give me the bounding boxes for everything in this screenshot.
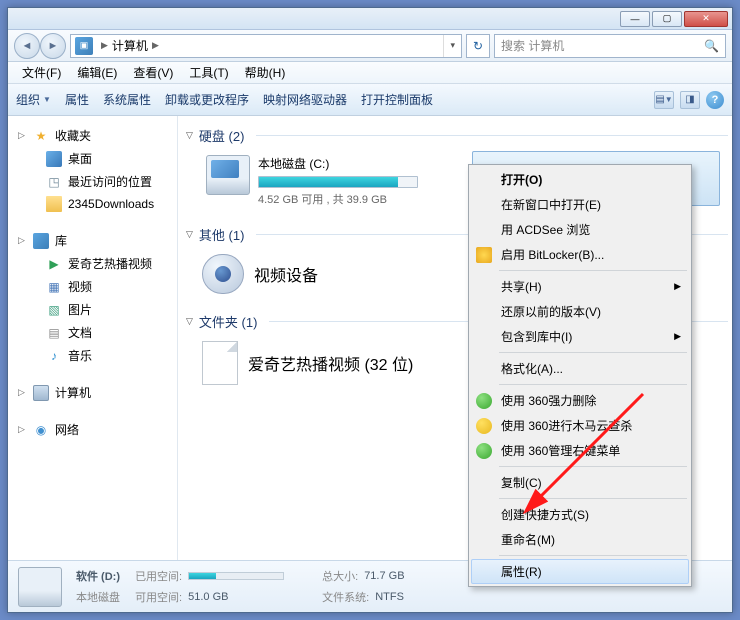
- drive-c-freespace: 4.52 GB 可用 , 共 39.9 GB: [258, 191, 448, 207]
- file-icon: [202, 341, 238, 385]
- refresh-button[interactable]: ↻: [466, 34, 490, 58]
- drive-c-label: 本地磁盘 (C:): [258, 155, 448, 172]
- menu-tools[interactable]: 工具(T): [183, 62, 234, 83]
- sb-fs-value: NTFS: [375, 591, 404, 603]
- sb-free-label: 可用空间:: [135, 589, 182, 605]
- ctx-copy[interactable]: 复制(C): [471, 470, 689, 495]
- shield-icon: [476, 247, 492, 263]
- tb-organize[interactable]: 组织▼: [16, 91, 51, 108]
- preview-pane-button[interactable]: ◨: [680, 91, 700, 109]
- view-mode-button[interactable]: ▤ ▼: [654, 91, 674, 109]
- sidebar-music[interactable]: ♪音乐: [8, 344, 177, 367]
- nav-arrows: ◄ ►: [14, 33, 66, 59]
- minimize-button[interactable]: —: [620, 11, 650, 27]
- search-icon: 🔍: [704, 39, 719, 53]
- 360-icon: [476, 393, 492, 409]
- menu-help[interactable]: 帮助(H): [239, 62, 292, 83]
- ctx-bitlocker[interactable]: 启用 BitLocker(B)...: [471, 242, 689, 267]
- menu-edit[interactable]: 编辑(E): [71, 62, 123, 83]
- sidebar-favorites[interactable]: ▷★收藏夹: [8, 124, 177, 147]
- collapse-icon: ▽: [186, 130, 193, 141]
- device-label: 视频设备: [254, 262, 318, 286]
- tb-control-panel[interactable]: 打开控制面板: [361, 91, 433, 108]
- 360-icon: [476, 443, 492, 459]
- submenu-arrow-icon: ▶: [674, 281, 681, 292]
- collapse-icon: ▽: [186, 229, 193, 240]
- tb-uninstall[interactable]: 卸载或更改程序: [165, 91, 249, 108]
- sb-fs-label: 文件系统:: [322, 589, 369, 605]
- search-placeholder: 搜索 计算机: [501, 37, 564, 54]
- breadcrumb-dropdown[interactable]: ▾: [443, 35, 461, 57]
- ctx-360-menu[interactable]: 使用 360管理右键菜单: [471, 438, 689, 463]
- menu-file[interactable]: 文件(F): [16, 62, 67, 83]
- group-drives[interactable]: ▽ 硬盘 (2): [182, 122, 728, 151]
- collapse-icon: ▽: [186, 316, 193, 327]
- drive-c[interactable]: 本地磁盘 (C:) 4.52 GB 可用 , 共 39.9 GB: [202, 151, 452, 211]
- submenu-arrow-icon: ▶: [674, 331, 681, 342]
- ctx-create-shortcut[interactable]: 创建快捷方式(S): [471, 502, 689, 527]
- menu-view[interactable]: 查看(V): [127, 62, 179, 83]
- close-button[interactable]: ✕: [684, 11, 728, 27]
- sb-drive-name: 软件 (D:): [76, 568, 120, 584]
- ctx-format[interactable]: 格式化(A)...: [471, 356, 689, 381]
- tb-system-properties[interactable]: 系统属性: [103, 91, 151, 108]
- ctx-rename[interactable]: 重命名(M): [471, 527, 689, 552]
- sidebar-iqiyi[interactable]: ▶爱奇艺热播视频: [8, 252, 177, 275]
- sb-used-label: 已用空间:: [135, 568, 182, 584]
- sb-total-label: 总大小:: [322, 568, 358, 584]
- titlebar: — ▢ ✕: [8, 8, 732, 30]
- bc-sep-icon: ▶: [101, 40, 108, 51]
- drive-icon: [206, 155, 250, 195]
- context-menu: 打开(O) 在新窗口中打开(E) 用 ACDSee 浏览 启用 BitLocke…: [468, 164, 692, 587]
- sidebar-downloads[interactable]: 2345Downloads: [8, 193, 177, 215]
- breadcrumb-segment[interactable]: 计算机: [112, 37, 148, 54]
- sidebar-libraries[interactable]: ▷库: [8, 229, 177, 252]
- drive-icon: [18, 567, 62, 607]
- 360-icon: [476, 418, 492, 434]
- toolbar: 组织▼ 属性 系统属性 卸载或更改程序 映射网络驱动器 打开控制面板 ▤ ▼ ◨…: [8, 84, 732, 116]
- explorer-window: — ▢ ✕ ◄ ► ▣ ▶ 计算机 ▶ ▾ ↻ 搜索 计算机 🔍 文件(F) 编…: [7, 7, 733, 613]
- drive-c-usage-bar: [258, 176, 418, 188]
- ctx-acdsee[interactable]: 用 ACDSee 浏览: [471, 217, 689, 242]
- ctx-360-delete[interactable]: 使用 360强力删除: [471, 388, 689, 413]
- ctx-open-new-window[interactable]: 在新窗口中打开(E): [471, 192, 689, 217]
- breadcrumb[interactable]: ▣ ▶ 计算机 ▶ ▾: [70, 34, 462, 58]
- maximize-button[interactable]: ▢: [652, 11, 682, 27]
- help-icon[interactable]: ?: [706, 91, 724, 109]
- forward-button[interactable]: ►: [40, 33, 66, 59]
- sidebar-documents[interactable]: ▤文档: [8, 321, 177, 344]
- folder-label: 爱奇艺热播视频 (32 位): [248, 351, 413, 375]
- search-input[interactable]: 搜索 计算机 🔍: [494, 34, 726, 58]
- sb-drive-type: 本地磁盘: [76, 589, 120, 605]
- bc-sep-icon: ▶: [152, 40, 159, 51]
- ctx-open[interactable]: 打开(O): [471, 167, 689, 192]
- sidebar-desktop[interactable]: 桌面: [8, 147, 177, 170]
- tb-map-drive[interactable]: 映射网络驱动器: [263, 91, 347, 108]
- navbar: ◄ ► ▣ ▶ 计算机 ▶ ▾ ↻ 搜索 计算机 🔍: [8, 30, 732, 62]
- ctx-properties[interactable]: 属性(R): [471, 559, 689, 584]
- sb-total-value: 71.7 GB: [364, 570, 404, 582]
- back-button[interactable]: ◄: [14, 33, 40, 59]
- sidebar-pictures[interactable]: ▧图片: [8, 298, 177, 321]
- ctx-share[interactable]: 共享(H)▶: [471, 274, 689, 299]
- tb-properties[interactable]: 属性: [65, 91, 89, 108]
- ctx-include-library[interactable]: 包含到库中(I)▶: [471, 324, 689, 349]
- webcam-icon: [202, 254, 244, 294]
- sb-free-value: 51.0 GB: [188, 591, 228, 603]
- computer-icon: ▣: [75, 37, 93, 55]
- menubar: 文件(F) 编辑(E) 查看(V) 工具(T) 帮助(H): [8, 62, 732, 84]
- ctx-restore-versions[interactable]: 还原以前的版本(V): [471, 299, 689, 324]
- ctx-360-scan[interactable]: 使用 360进行木马云查杀: [471, 413, 689, 438]
- sidebar-computer[interactable]: ▷计算机: [8, 381, 177, 404]
- sidebar-network[interactable]: ▷◉网络: [8, 418, 177, 441]
- sb-used-bar: [188, 572, 284, 580]
- sidebar: ▷★收藏夹 桌面 ◳最近访问的位置 2345Downloads ▷库 ▶爱奇艺热…: [8, 116, 178, 560]
- sidebar-videos[interactable]: ▦视频: [8, 275, 177, 298]
- sidebar-recent[interactable]: ◳最近访问的位置: [8, 170, 177, 193]
